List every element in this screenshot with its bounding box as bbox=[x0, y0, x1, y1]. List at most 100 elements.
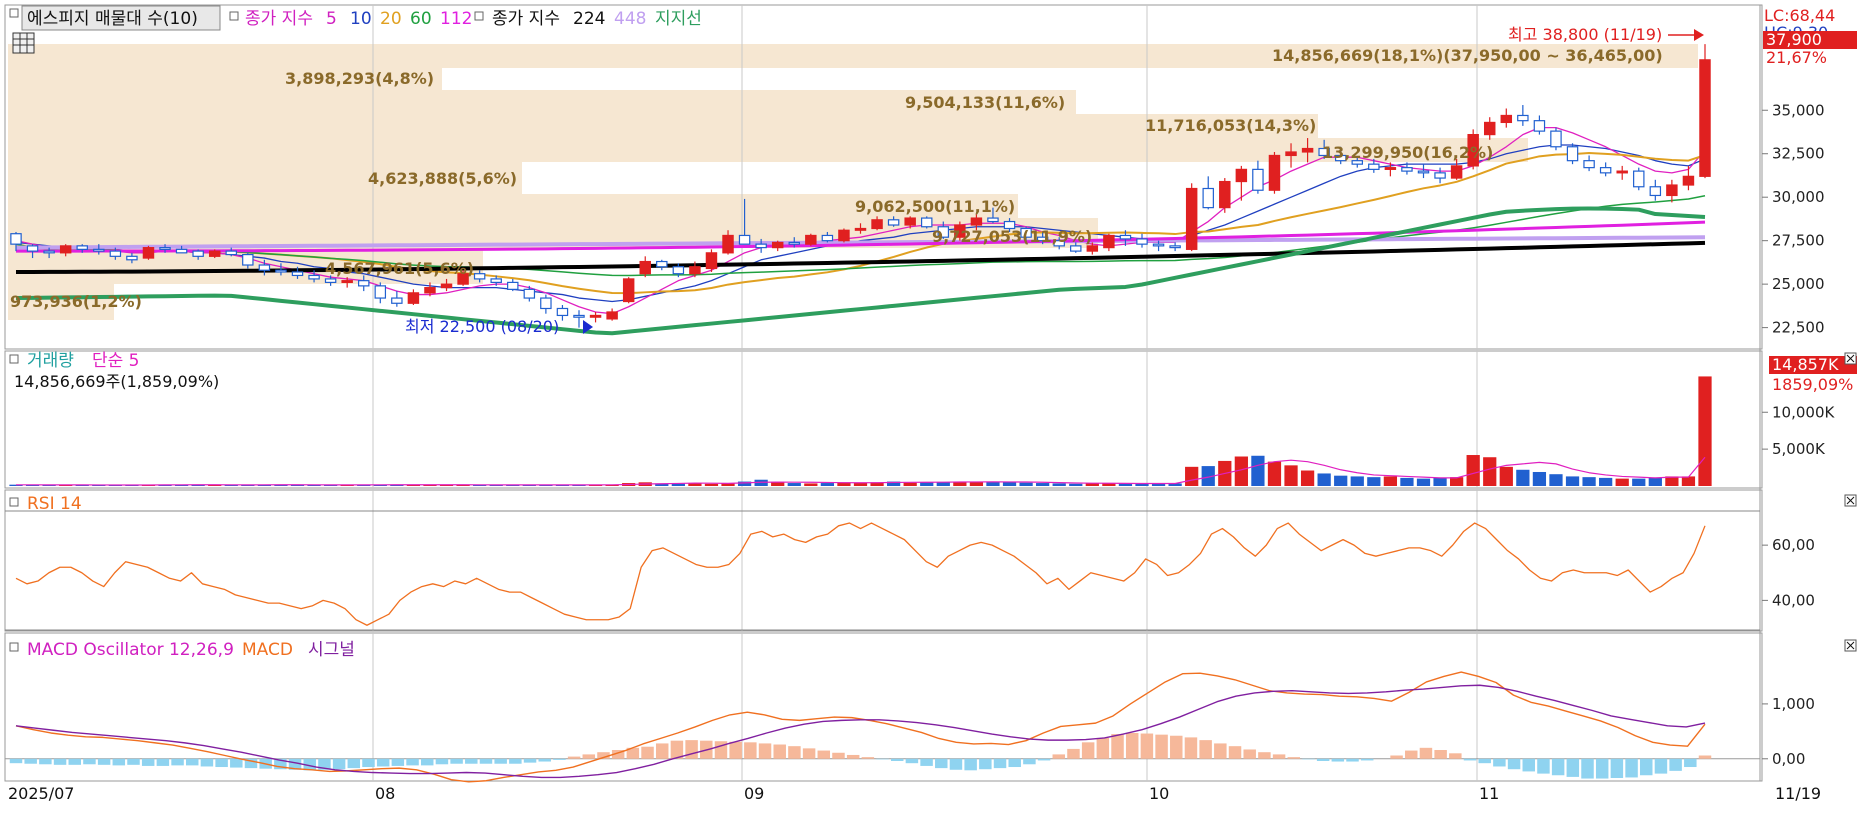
svg-text:10: 10 bbox=[350, 9, 372, 29]
volume-bar bbox=[1069, 483, 1083, 486]
close-icon[interactable] bbox=[1844, 639, 1857, 652]
volume-bar bbox=[1367, 477, 1381, 486]
macd-oscillator-bar bbox=[523, 758, 537, 763]
macd-oscillator-bar bbox=[773, 744, 786, 759]
volume-bar bbox=[1267, 461, 1282, 486]
macd-oscillator-bar bbox=[186, 758, 199, 766]
volume-bar bbox=[704, 483, 719, 486]
volume-bar bbox=[1681, 476, 1696, 486]
svg-text:1859,09%: 1859,09% bbox=[1772, 375, 1853, 394]
macd-oscillator-bar bbox=[362, 758, 375, 768]
macd-oscillator-bar bbox=[1067, 748, 1080, 759]
candle bbox=[1633, 167, 1645, 191]
macd-oscillator-bar bbox=[1140, 733, 1154, 759]
rsi-tick-label: 40,00 bbox=[1772, 591, 1815, 609]
macd-oscillator-bar bbox=[450, 758, 463, 764]
volume-bar bbox=[771, 482, 785, 486]
candle bbox=[1268, 151, 1281, 194]
svg-text:MACD Oscillator 12,26,9: MACD Oscillator 12,26,9 bbox=[27, 640, 234, 660]
volume-bar bbox=[1350, 476, 1364, 486]
volume-bar bbox=[1532, 471, 1547, 486]
macd-oscillator-bar bbox=[406, 758, 419, 766]
candle bbox=[622, 277, 635, 304]
volume-bar bbox=[1549, 474, 1563, 486]
macd-oscillator-bar bbox=[230, 758, 243, 768]
macd-oscillator-bar bbox=[494, 758, 507, 764]
macd-oscillator-bar bbox=[465, 758, 478, 764]
volume-bar bbox=[1599, 477, 1613, 486]
macd-oscillator-bar bbox=[1228, 746, 1242, 759]
macd-oscillator-bar bbox=[979, 758, 992, 770]
square-marker-icon bbox=[9, 354, 19, 364]
svg-text:9,062,500(11,1%): 9,062,500(11,1%) bbox=[855, 197, 1015, 216]
macd-oscillator-bar bbox=[758, 743, 772, 759]
macd-oscillator-bar bbox=[1537, 758, 1550, 774]
square-marker-icon bbox=[9, 8, 19, 18]
macd-oscillator-bar bbox=[1478, 758, 1491, 764]
macd-oscillator-bar bbox=[1155, 734, 1168, 759]
macd-oscillator-bar bbox=[876, 758, 889, 760]
grid-icon[interactable] bbox=[12, 32, 35, 54]
volume-tick-label: 10,000K bbox=[1772, 403, 1835, 421]
macd-oscillator-bar bbox=[479, 758, 493, 764]
macd-oscillator-bar bbox=[1170, 735, 1183, 759]
volume-bar bbox=[1698, 376, 1712, 486]
macd-oscillator-bar bbox=[1302, 758, 1315, 760]
price-legend[interactable]: 에스피지 매물대 수(10) 종가 지수 5 10 20 60 112 종가 지… bbox=[9, 5, 702, 31]
macd-oscillator-bar bbox=[1390, 755, 1403, 759]
macd-oscillator-bar bbox=[1449, 753, 1462, 759]
macd-tick-label: 0,00 bbox=[1772, 750, 1805, 768]
macd-oscillator-bar bbox=[729, 741, 742, 759]
macd-oscillator-bar bbox=[1698, 755, 1712, 759]
macd-oscillator-bar bbox=[1037, 758, 1051, 761]
svg-text:종가 지수: 종가 지수 bbox=[492, 9, 560, 29]
svg-text:11,716,053(14,3%): 11,716,053(14,3%) bbox=[1145, 116, 1316, 135]
volume-bar bbox=[1565, 476, 1580, 486]
macd-oscillator-bar bbox=[1258, 752, 1271, 759]
macd-tick-label: 1,000 bbox=[1772, 695, 1815, 713]
macd-oscillator-bar bbox=[9, 758, 23, 764]
close-icon[interactable] bbox=[1844, 352, 1857, 365]
macd-oscillator-bar bbox=[39, 758, 52, 765]
macd-oscillator-bar bbox=[890, 758, 904, 761]
svg-text:08: 08 bbox=[375, 784, 395, 803]
macd-oscillator-bar bbox=[788, 746, 801, 759]
macd-oscillator-bar bbox=[538, 758, 551, 762]
macd-oscillator-bar bbox=[215, 758, 228, 768]
svg-text:2025/07: 2025/07 bbox=[8, 784, 74, 803]
macd-oscillator-bar bbox=[1581, 758, 1594, 779]
macd-oscillator-bar bbox=[817, 750, 831, 759]
svg-text:973,936(1,2%): 973,936(1,2%) bbox=[10, 292, 142, 311]
stock-chart[interactable]: 22,500 25,000 27,500 30,000 32,500 35,000 14,… bbox=[0, 0, 1862, 811]
macd-oscillator-bar bbox=[1184, 737, 1198, 759]
candle bbox=[1566, 143, 1579, 165]
rsi-tick-label: 60,00 bbox=[1772, 536, 1815, 554]
square-marker-icon bbox=[229, 11, 239, 21]
macd-oscillator-bar bbox=[993, 758, 1007, 769]
macd-oscillator-bar bbox=[1595, 758, 1609, 779]
candle bbox=[1550, 127, 1562, 151]
volume-bar bbox=[804, 483, 818, 486]
svg-text:3,898,293(4,8%): 3,898,293(4,8%) bbox=[285, 69, 434, 88]
volume-bar bbox=[1632, 478, 1646, 486]
macd-oscillator-bar bbox=[964, 758, 977, 771]
macd-oscillator-bar bbox=[935, 758, 948, 769]
macd-oscillator-bar bbox=[1316, 758, 1330, 761]
macd-oscillator-bar bbox=[1346, 758, 1359, 762]
volume-bar bbox=[1334, 475, 1348, 486]
price-tick-label: 35,000 bbox=[1772, 101, 1825, 119]
macd-oscillator-bar bbox=[141, 758, 155, 766]
macd-oscillator-bar bbox=[655, 743, 669, 759]
macd-oscillator-bar bbox=[1360, 758, 1374, 761]
candle bbox=[1219, 178, 1231, 213]
macd-oscillator-bar bbox=[1493, 758, 1506, 767]
macd-oscillator-bar bbox=[127, 758, 140, 765]
macd-oscillator-bar bbox=[112, 758, 126, 766]
volume-bar bbox=[1185, 466, 1199, 486]
svg-text:4,623,888(5,6%): 4,623,888(5,6%) bbox=[368, 169, 517, 188]
macd-oscillator-bar bbox=[376, 758, 390, 767]
macd-oscillator-bar bbox=[200, 758, 214, 767]
svg-text:14,857K: 14,857K bbox=[1772, 355, 1839, 374]
close-icon[interactable] bbox=[1844, 494, 1857, 507]
svg-text:09: 09 bbox=[744, 784, 764, 803]
